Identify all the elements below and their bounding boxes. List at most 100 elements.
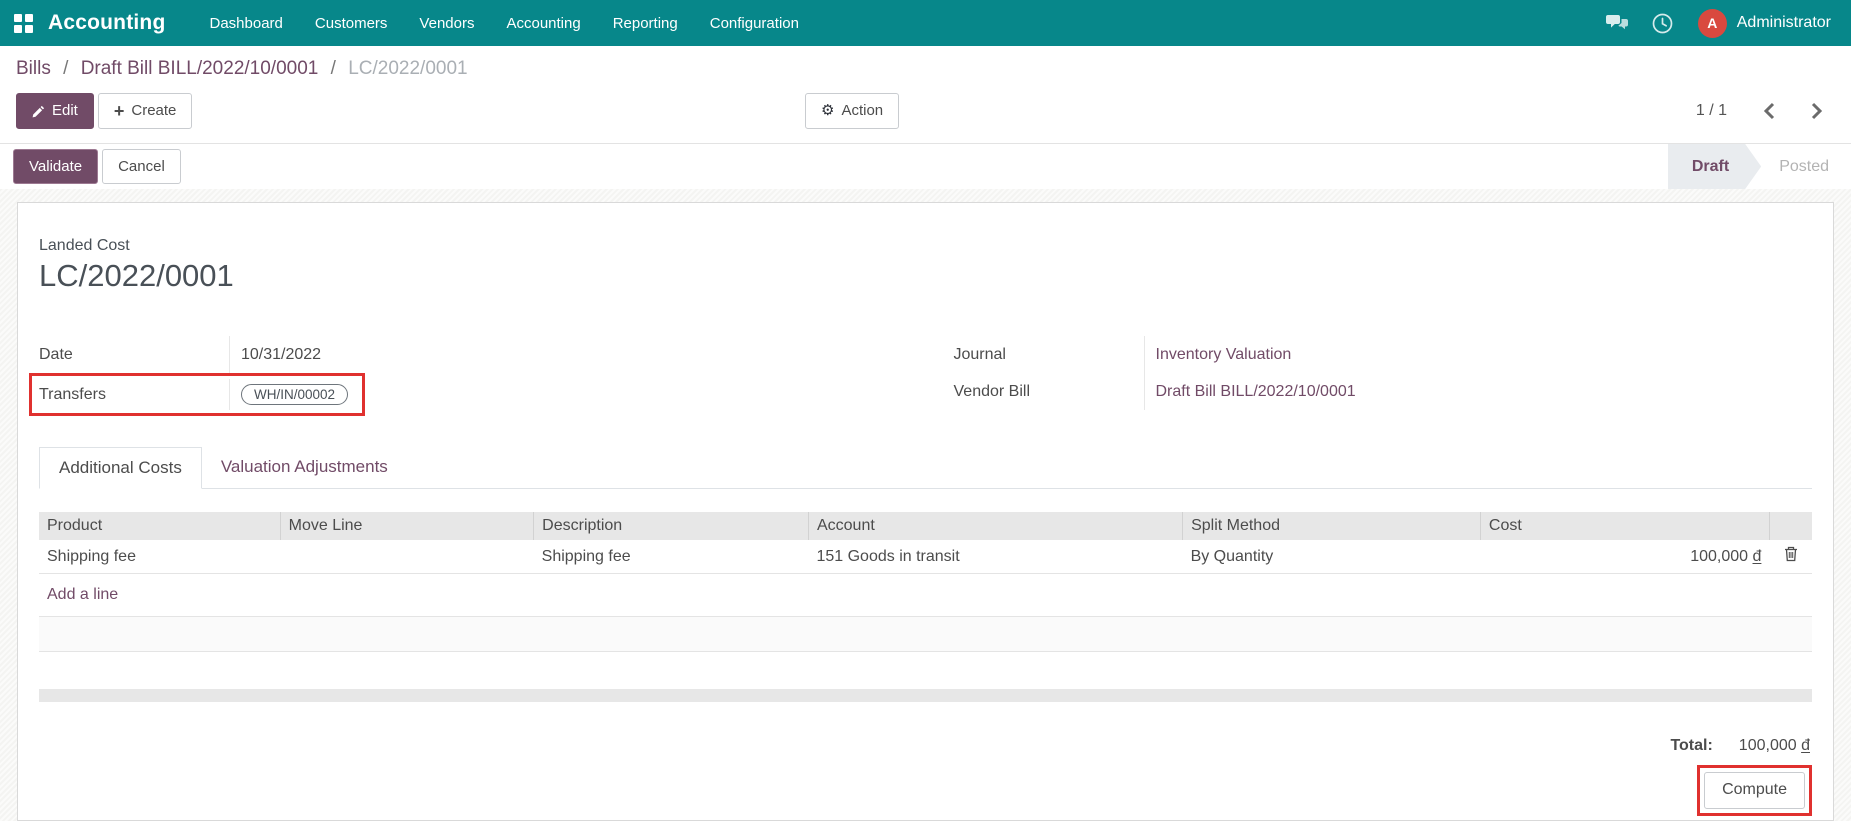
cell-move-line[interactable] [280, 540, 534, 574]
cell-cost[interactable]: 100,000 đ [1480, 540, 1770, 574]
date-label: Date [39, 345, 73, 363]
vendor-bill-value-link[interactable]: Draft Bill BILL/2022/10/0001 [1156, 383, 1356, 401]
cell-product[interactable]: Shipping fee [39, 540, 281, 574]
column-header-split-method[interactable]: Split Method [1182, 512, 1481, 540]
field-group-right: Journal Inventory Valuation Vendor Bill … [954, 336, 1813, 416]
transfer-tag: WH/IN/00002 [241, 384, 349, 405]
control-panel: Bills / Draft Bill BILL/2022/10/0001 / L… [0, 46, 1851, 143]
annotation-compute-highlight: Compute [1697, 765, 1812, 816]
field-groups: Date 10/31/2022 Transfers WH/IN/00002 Jo… [29, 336, 1813, 416]
user-menu[interactable]: A Administrator [1697, 8, 1831, 38]
validate-button[interactable]: Validate [13, 148, 99, 185]
avatar: A [1697, 8, 1727, 38]
breadcrumb-separator: / [330, 58, 336, 79]
annotation-transfers-highlight: Transfers WH/IN/00002 [29, 373, 366, 416]
field-group-left: Date 10/31/2022 Transfers WH/IN/00002 [29, 336, 898, 416]
table-header-row: Product Move Line Description Account Sp… [39, 512, 1812, 540]
column-header-product[interactable]: Product [39, 512, 281, 540]
column-header-account[interactable]: Account [808, 512, 1184, 540]
user-name: Administrator [1736, 14, 1831, 31]
cell-account[interactable]: 151 Goods in transit [808, 540, 1183, 574]
control-panel-buttons: Edit + Create ⚙ Action 1 / 1 [16, 93, 1835, 129]
navbar-systray: A Administrator [1605, 8, 1837, 38]
action-button[interactable]: ⚙ Action [805, 93, 900, 129]
journal-value-link[interactable]: Inventory Valuation [1156, 346, 1292, 364]
tab-valuation-adjustments[interactable]: Valuation Adjustments [202, 447, 407, 488]
menu-accounting[interactable]: Accounting [490, 0, 596, 46]
currency-symbol: đ [1801, 737, 1810, 754]
create-button-label: Create [131, 102, 177, 120]
form-statusbar: Validate Cancel Draft Posted [0, 143, 1851, 189]
add-a-line-link[interactable]: Add a line [47, 586, 118, 603]
gear-icon: ⚙ [821, 101, 835, 119]
status-widget: Draft Posted [1668, 144, 1851, 189]
field-transfers: Transfers WH/IN/00002 [39, 379, 349, 410]
breadcrumb-draft-bill[interactable]: Draft Bill BILL/2022/10/0001 [81, 58, 319, 79]
chat-icon[interactable] [1605, 12, 1628, 34]
trash-icon [1784, 546, 1797, 562]
compute-button[interactable]: Compute [1704, 772, 1805, 809]
total-amount: 100,000 [1738, 737, 1797, 754]
menu-vendors[interactable]: Vendors [403, 0, 490, 46]
breadcrumb: Bills / Draft Bill BILL/2022/10/0001 / L… [16, 58, 1835, 80]
horizontal-divider [39, 689, 1812, 702]
journal-label: Journal [953, 345, 1006, 363]
apps-grid-icon[interactable] [14, 13, 33, 33]
create-button[interactable]: + Create [97, 93, 193, 129]
tab-additional-costs[interactable]: Additional Costs [39, 447, 202, 489]
column-header-cost[interactable]: Cost [1480, 512, 1770, 540]
status-stage-posted[interactable]: Posted [1761, 158, 1851, 176]
record-type-label: Landed Cost [39, 237, 130, 254]
activity-clock-icon[interactable] [1652, 12, 1674, 34]
transfers-label: Transfers [39, 385, 106, 403]
pencil-icon [32, 105, 45, 117]
form-view-background: Landed Cost LC/2022/0001 Date 10/31/2022… [0, 189, 1851, 821]
column-header-move-line[interactable]: Move Line [280, 512, 535, 540]
edit-button[interactable]: Edit [16, 93, 94, 129]
cancel-button[interactable]: Cancel [102, 148, 181, 185]
chevron-right-icon [1811, 102, 1823, 120]
vendor-bill-label: Vendor Bill [953, 382, 1031, 400]
cost-lines-table: Product Move Line Description Account Sp… [39, 512, 1812, 652]
app-title[interactable]: Accounting [48, 11, 166, 35]
field-vendor-bill: Vendor Bill Draft Bill BILL/2022/10/0001 [954, 373, 1813, 410]
total-value: 100,000 đ [1739, 737, 1810, 755]
currency-symbol: đ [1752, 547, 1762, 565]
field-date: Date 10/31/2022 [39, 336, 898, 373]
cell-description[interactable]: Shipping fee [533, 540, 809, 574]
chevron-left-icon [1763, 102, 1775, 120]
menu-dashboard[interactable]: Dashboard [194, 0, 299, 46]
date-value: 10/31/2022 [229, 336, 898, 373]
top-navbar: Accounting Dashboard Customers Vendors A… [0, 0, 1851, 46]
empty-row [39, 616, 1812, 652]
menu-reporting[interactable]: Reporting [597, 0, 694, 46]
breadcrumb-bills[interactable]: Bills [16, 58, 51, 79]
totals-row: Total: 100,000 đ [39, 737, 1812, 755]
column-header-description[interactable]: Description [533, 512, 809, 540]
menu-configuration[interactable]: Configuration [694, 0, 815, 46]
status-stage-draft[interactable]: Draft [1668, 144, 1761, 189]
form-sheet: Landed Cost LC/2022/0001 Date 10/31/2022… [17, 202, 1834, 821]
notebook-tabs: Additional Costs Valuation Adjustments [39, 447, 1812, 489]
cost-amount: 100,000 [1690, 547, 1749, 565]
plus-icon: + [113, 101, 125, 121]
field-journal: Journal Inventory Valuation [954, 336, 1813, 373]
breadcrumb-separator: / [63, 58, 69, 79]
pager-count: 1 / 1 [1695, 102, 1727, 119]
cell-split-method[interactable]: By Quantity [1182, 540, 1481, 574]
add-line-row: Add a line [39, 573, 1812, 617]
breadcrumb-current: LC/2022/0001 [348, 58, 468, 79]
menu-customers[interactable]: Customers [299, 0, 404, 46]
main-menu: Dashboard Customers Vendors Accounting R… [194, 0, 815, 46]
page-title: LC/2022/0001 [39, 258, 234, 293]
pager-previous-button[interactable] [1761, 100, 1778, 122]
transfers-value: WH/IN/00002 [229, 379, 349, 410]
pager-next-button[interactable] [1808, 100, 1825, 122]
total-label: Total: [1670, 737, 1713, 754]
edit-button-label: Edit [52, 102, 78, 120]
action-button-label: Action [841, 102, 884, 119]
delete-row-button[interactable] [1769, 540, 1812, 574]
column-header-actions [1769, 512, 1812, 540]
table-row[interactable]: Shipping fee Shipping fee 151 Goods in t… [39, 540, 1812, 574]
